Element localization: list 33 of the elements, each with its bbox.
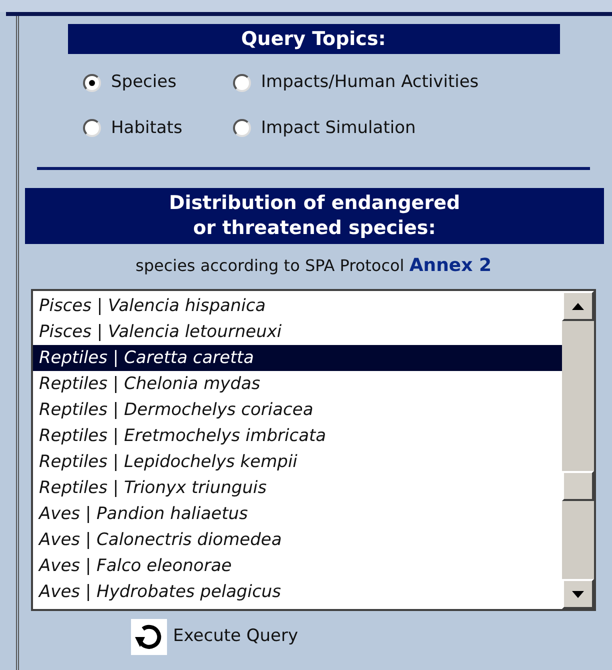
species-option[interactable]: Aves | Pandion haliaetus	[33, 501, 562, 527]
subtitle-text: species according to SPA Protocol	[135, 256, 404, 275]
execute-query-button[interactable]: Execute Query	[131, 619, 298, 655]
species-option[interactable]: Pisces | Valencia hispanica	[33, 293, 562, 319]
radio-button[interactable]	[83, 119, 101, 138]
species-listbox[interactable]	[31, 289, 596, 611]
scroll-down-button[interactable]	[562, 579, 594, 609]
radio-label[interactable]: Impact Simulation	[261, 116, 416, 141]
species-option[interactable]: Reptiles | Dermochelys coriacea	[33, 397, 562, 423]
annex-link[interactable]: Annex 2	[409, 255, 492, 276]
species-option[interactable]: Reptiles | Eretmochelys imbricata	[33, 423, 562, 449]
species-option[interactable]: Aves | Falco eleonorae	[33, 553, 562, 579]
refresh-icon	[131, 619, 167, 655]
radio-label[interactable]: Impacts/Human Activities	[261, 70, 479, 96]
radio-label[interactable]: Habitats	[111, 116, 182, 141]
scroll-thumb[interactable]	[562, 471, 594, 501]
radio-button[interactable]	[83, 74, 101, 92]
section-heading: Query Topics:	[68, 24, 560, 54]
species-option[interactable]: Pisces | Valencia letourneuxi	[33, 319, 562, 345]
species-option[interactable]: Reptiles | Trionyx triunguis	[33, 475, 562, 501]
species-option[interactable]: Reptiles | Chelonia mydas	[33, 371, 562, 397]
radio-button[interactable]	[233, 74, 251, 92]
up-arrow-icon	[572, 302, 584, 310]
scrollbar[interactable]	[562, 291, 594, 609]
section-heading: Distribution of endangered or threatened species:	[25, 188, 604, 244]
species-option[interactable]: Aves | Hydrobates pelagicus	[33, 579, 562, 605]
down-arrow-icon	[572, 590, 584, 598]
radio-button[interactable]	[233, 119, 251, 138]
species-option[interactable]: Aves | Calonectris diomedea	[33, 527, 562, 553]
species-option[interactable]: Reptiles | Caretta caretta	[33, 345, 562, 371]
species-option[interactable]: Reptiles | Lepidochelys kempii	[33, 449, 562, 475]
scroll-up-button[interactable]	[562, 291, 594, 321]
radio-label[interactable]: Species	[111, 70, 176, 96]
